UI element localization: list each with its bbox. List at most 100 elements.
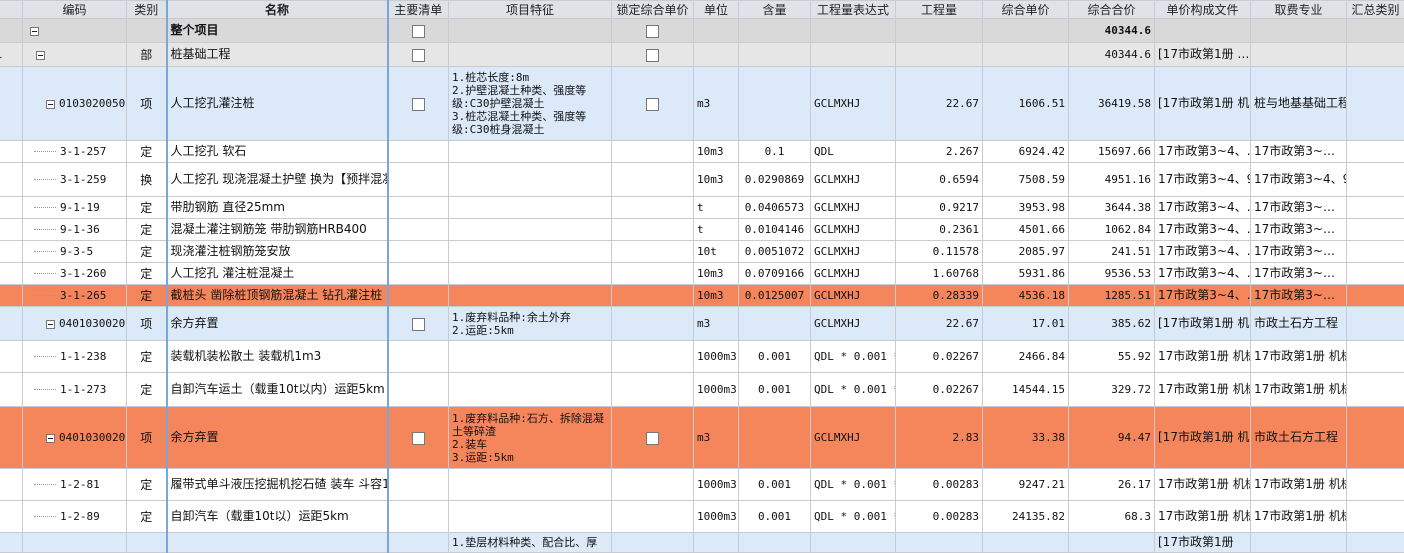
- unit-price-cell[interactable]: 17.01: [983, 307, 1069, 341]
- total-price-cell[interactable]: 26.17: [1069, 469, 1155, 501]
- price-file-cell[interactable]: 17市政第3~4、…: [1155, 141, 1251, 163]
- name-cell[interactable]: 人工挖孔 现浇混凝土护壁 换为【预拌混凝土C30】: [167, 163, 388, 197]
- main-list-checkbox[interactable]: [412, 98, 425, 111]
- col-quantity[interactable]: 工程量: [896, 1, 983, 19]
- code-cell[interactable]: 1-1-238: [23, 341, 127, 373]
- main-list-cell[interactable]: [388, 163, 449, 197]
- unit-cell[interactable]: 1000m3: [694, 341, 739, 373]
- fee-type-cell[interactable]: 市政土石方工程: [1251, 307, 1347, 341]
- feature-cell[interactable]: [449, 197, 612, 219]
- fee-type-cell[interactable]: [1251, 43, 1347, 67]
- quantity-cell[interactable]: 1.60768: [896, 263, 983, 285]
- collapse-toggle-icon[interactable]: [36, 51, 45, 60]
- col-type[interactable]: 类别: [127, 1, 167, 19]
- unit-cell[interactable]: 10m3: [694, 263, 739, 285]
- main-list-cell[interactable]: [388, 501, 449, 533]
- summary-category-cell[interactable]: [1347, 373, 1404, 407]
- fee-type-cell[interactable]: 17市政第3~…: [1251, 141, 1347, 163]
- unit-price-cell[interactable]: 6924.42: [983, 141, 1069, 163]
- feature-cell[interactable]: [449, 469, 612, 501]
- summary-category-cell[interactable]: [1347, 141, 1404, 163]
- price-file-cell[interactable]: 17市政第1册 机械土石方工程: [1155, 373, 1251, 407]
- name-cell[interactable]: 履带式单斗液压挖掘机挖石碴 装车 斗容1.0m3: [167, 469, 388, 501]
- table-row[interactable]: 9-1-36定混凝土灌注钢筋笼 带肋钢筋HRB400t0.0104146GCLM…: [0, 219, 1404, 241]
- table-row[interactable]: 3040103002002项余方弃置1.废弃料品种:石方、拆除混凝土等碎渣 2.…: [0, 407, 1404, 469]
- unit-cell[interactable]: m3: [694, 67, 739, 141]
- type-cell[interactable]: 定: [127, 141, 167, 163]
- price-file-cell[interactable]: 17市政第1册 机械土石方工程: [1155, 501, 1251, 533]
- code-cell[interactable]: 010302005001: [23, 67, 127, 141]
- expression-cell[interactable]: GCLMXHJ: [811, 407, 896, 469]
- expression-cell[interactable]: [811, 19, 896, 43]
- collapse-toggle-icon[interactable]: [46, 434, 55, 443]
- main-list-checkbox[interactable]: [412, 25, 425, 38]
- table-row[interactable]: 1-1-273定自卸汽车运土（载重10t以内）运距5km1000m30.001Q…: [0, 373, 1404, 407]
- table-row[interactable]: 2040103002001项余方弃置1.废弃料品种:余土外弃 2.运距:5kmm…: [0, 307, 1404, 341]
- content-cell[interactable]: [739, 407, 811, 469]
- price-file-cell[interactable]: 17市政第1册 机械土石方工程: [1155, 341, 1251, 373]
- fee-type-cell[interactable]: 桩与地基基础工程: [1251, 67, 1347, 141]
- quantity-cell[interactable]: 2.83: [896, 407, 983, 469]
- quantity-cell[interactable]: 2.267: [896, 141, 983, 163]
- feature-cell[interactable]: [449, 341, 612, 373]
- quantity-cell[interactable]: 22.67: [896, 67, 983, 141]
- unit-price-cell[interactable]: 7508.59: [983, 163, 1069, 197]
- type-cell[interactable]: 换: [127, 163, 167, 197]
- feature-cell[interactable]: 1.桩芯长度:8m 2.护壁混凝土种类、强度等级:C30护壁混凝土 3.桩芯混凝…: [449, 67, 612, 141]
- unit-cell[interactable]: [694, 19, 739, 43]
- summary-category-cell[interactable]: [1347, 163, 1404, 197]
- name-cell[interactable]: 人工挖孔 软石: [167, 141, 388, 163]
- price-file-cell[interactable]: 17市政第1册 机械土石方工程: [1155, 469, 1251, 501]
- main-list-cell[interactable]: [388, 141, 449, 163]
- quantity-cell[interactable]: 0.02267: [896, 373, 983, 407]
- lock-price-cell[interactable]: [612, 501, 694, 533]
- name-cell[interactable]: 装载机装松散土 装载机1m3: [167, 341, 388, 373]
- quantity-cell[interactable]: 0.11578: [896, 241, 983, 263]
- quantity-cell[interactable]: 0.9217: [896, 197, 983, 219]
- unit-cell[interactable]: 10t: [694, 241, 739, 263]
- fee-type-cell[interactable]: 17市政第1册 机械土石方…: [1251, 469, 1347, 501]
- total-price-cell[interactable]: 68.3: [1069, 501, 1155, 533]
- unit-price-cell[interactable]: 24135.82: [983, 501, 1069, 533]
- fee-type-cell[interactable]: 17市政第1册 机械土石方…: [1251, 341, 1347, 373]
- unit-cell[interactable]: [694, 43, 739, 67]
- content-cell[interactable]: [739, 533, 811, 553]
- code-cell[interactable]: 9-1-19: [23, 197, 127, 219]
- expression-cell[interactable]: GCLMXHJ: [811, 219, 896, 241]
- unit-cell[interactable]: 1000m3: [694, 469, 739, 501]
- main-list-cell[interactable]: [388, 263, 449, 285]
- quantity-cell[interactable]: 22.67: [896, 307, 983, 341]
- fee-type-cell[interactable]: 17市政第3~…: [1251, 241, 1347, 263]
- content-cell[interactable]: 0.0125007: [739, 285, 811, 307]
- col-fee-type[interactable]: 取费专业: [1251, 1, 1347, 19]
- fee-type-cell[interactable]: 17市政第1册 机械土石方…: [1251, 373, 1347, 407]
- summary-category-cell[interactable]: [1347, 197, 1404, 219]
- main-list-cell[interactable]: [388, 67, 449, 141]
- feature-cell[interactable]: [449, 241, 612, 263]
- content-cell[interactable]: 0.0104146: [739, 219, 811, 241]
- total-price-cell[interactable]: 40344.6: [1069, 19, 1155, 43]
- col-content[interactable]: 含量: [739, 1, 811, 19]
- feature-cell[interactable]: 1.废弃料品种:石方、拆除混凝土等碎渣 2.装车 3.运距:5km: [449, 407, 612, 469]
- price-file-cell[interactable]: 17市政第3~4、…: [1155, 219, 1251, 241]
- main-list-cell[interactable]: [388, 407, 449, 469]
- lock-price-cell[interactable]: [612, 373, 694, 407]
- unit-price-cell[interactable]: 14544.15: [983, 373, 1069, 407]
- summary-category-cell[interactable]: [1347, 67, 1404, 141]
- feature-cell[interactable]: [449, 163, 612, 197]
- fee-type-cell[interactable]: 17市政第3~…: [1251, 219, 1347, 241]
- quantity-cell[interactable]: 0.28339: [896, 285, 983, 307]
- summary-category-cell[interactable]: [1347, 263, 1404, 285]
- name-cell[interactable]: 余方弃置: [167, 407, 388, 469]
- code-cell[interactable]: 9-1-36: [23, 219, 127, 241]
- total-price-cell[interactable]: [1069, 533, 1155, 553]
- table-row[interactable]: 1-2-89定自卸汽车（载重10t以）运距5km1000m30.001QDL *…: [0, 501, 1404, 533]
- unit-cell[interactable]: 10m3: [694, 285, 739, 307]
- content-cell[interactable]: 0.0709166: [739, 263, 811, 285]
- type-cell[interactable]: 部: [127, 43, 167, 67]
- main-list-cell[interactable]: [388, 197, 449, 219]
- col-unit-price[interactable]: 综合单价: [983, 1, 1069, 19]
- name-cell[interactable]: 人工挖孔 灌注桩混凝土: [167, 263, 388, 285]
- code-cell[interactable]: 3-1-260: [23, 263, 127, 285]
- table-row[interactable]: 3-1-259换人工挖孔 现浇混凝土护壁 换为【预拌混凝土C30】10m30.0…: [0, 163, 1404, 197]
